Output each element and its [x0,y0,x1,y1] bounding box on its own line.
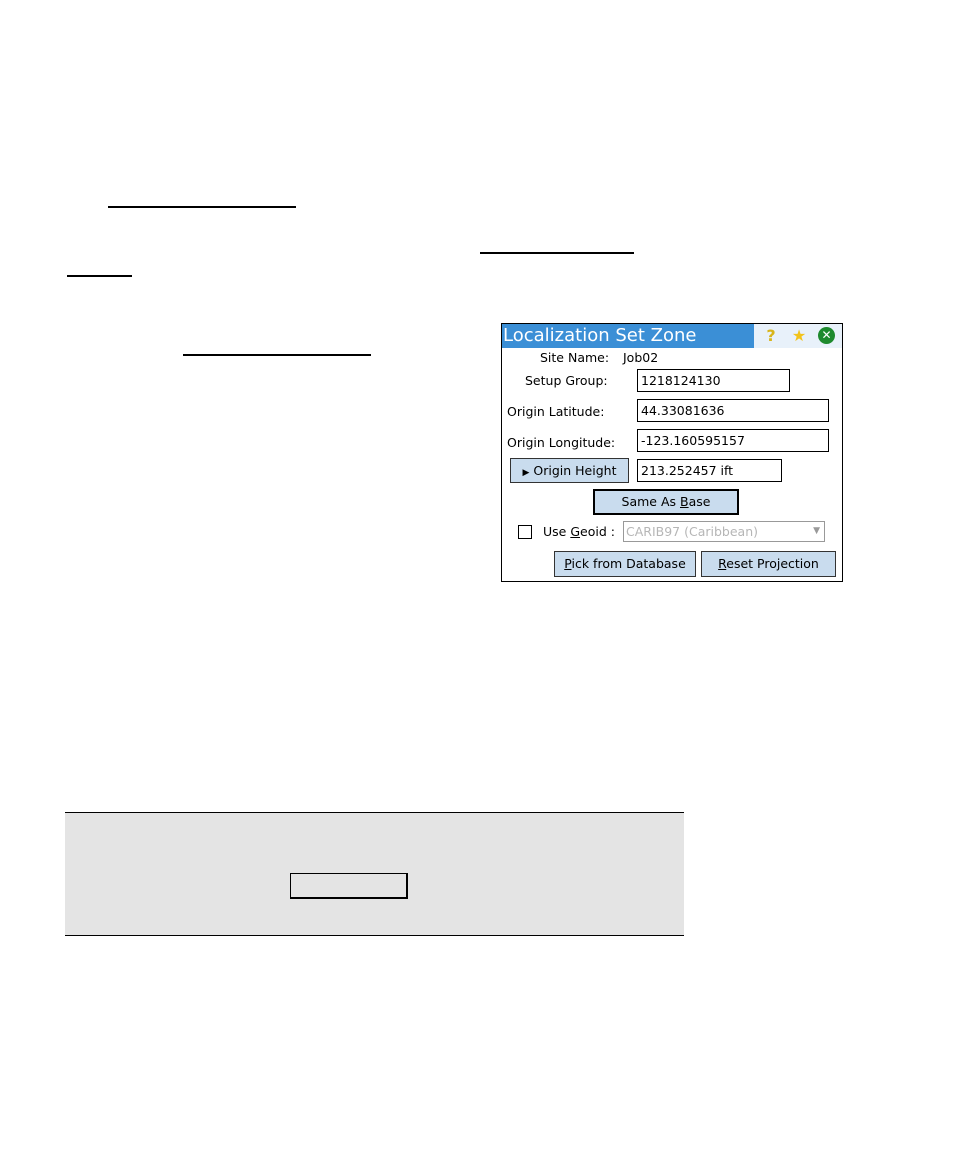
pick-db-text: ick from Database [571,556,686,571]
same-as-base-text-end: ase [688,494,711,509]
origin-height-field[interactable]: 213.252457 ift [637,459,782,482]
same-as-base-button[interactable]: Same As Base [593,489,739,515]
pick-db-mnemonic: P [564,556,572,571]
note-box [65,812,684,936]
site-name-value: Job02 [623,350,659,365]
help-icon[interactable]: ? [762,327,780,345]
link-underline[interactable] [67,275,132,277]
use-geoid-text: Use [543,524,571,539]
use-geoid-checkbox[interactable] [518,525,532,539]
use-geoid-label: Use Geoid : [543,524,615,539]
origin-height-label: Origin Height [533,463,617,478]
geoid-dropdown[interactable]: CARIB97 (Caribbean) ▼ [623,521,825,542]
reset-projection-button[interactable]: Reset Projection [701,551,836,577]
title-bar: Localization Set Zone ? ★ ✕ [502,324,842,348]
same-as-base-mnemonic: B [680,494,689,509]
origin-latitude-label: Origin Latitude: [507,404,605,419]
use-geoid-text-end: eoid : [580,524,615,539]
note-button[interactable] [290,873,408,899]
expand-arrow-icon: ▶ [522,468,530,478]
close-icon[interactable]: ✕ [818,327,835,344]
setup-group-label: Setup Group: [525,373,608,388]
localization-set-zone-dialog: Localization Set Zone ? ★ ✕ Site Name: J… [501,323,843,582]
same-as-base-text: Same As [621,494,681,509]
origin-height-button[interactable]: ▶ Origin Height [510,458,629,483]
pick-from-database-button[interactable]: Pick from Database [554,551,696,577]
title-icons: ? ★ ✕ [754,324,842,348]
site-name-label: Site Name: [540,350,610,365]
geoid-selected: CARIB97 (Caribbean) [626,524,759,539]
setup-group-field[interactable]: 1218124130 [637,369,790,392]
reset-text: eset Projection [726,556,819,571]
origin-longitude-label: Origin Longitude: [507,435,616,450]
dialog-title: Localization Set Zone [503,325,697,346]
favorite-star-icon[interactable]: ★ [790,327,808,345]
link-underline[interactable] [108,206,296,208]
use-geoid-mnemonic: G [570,524,581,539]
origin-longitude-field[interactable]: -123.160595157 [637,429,829,452]
origin-latitude-field[interactable]: 44.33081636 [637,399,829,422]
link-underline[interactable] [183,354,371,356]
link-underline[interactable] [480,252,634,254]
chevron-down-icon: ▼ [813,526,820,536]
